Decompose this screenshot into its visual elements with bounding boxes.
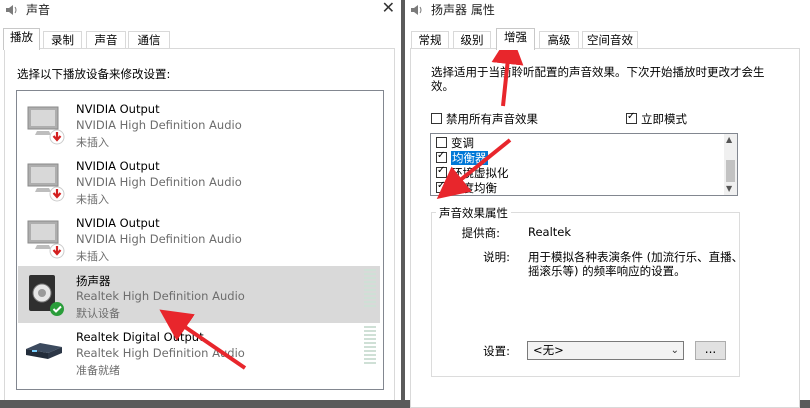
list-item[interactable]: NVIDIA Output NVIDIA High Definition Aud…	[18, 152, 380, 209]
effect-label: 变调	[451, 136, 474, 150]
more-settings-button[interactable]: ...	[695, 341, 726, 360]
speaker-icon	[29, 275, 64, 316]
list-item-speakers[interactable]: 扬声器 Realtek High Definition Audio 默认设备	[18, 266, 380, 323]
tab-recording[interactable]: 录制	[43, 31, 82, 49]
device-driver: NVIDIA High Definition Audio	[76, 175, 242, 189]
tab-bar: 常规 级别 增强 高级 空间音效	[405, 28, 810, 50]
checkbox-box	[626, 111, 637, 124]
checkbox-box	[436, 180, 447, 193]
enhancements-instruction-line2: 效。	[431, 79, 454, 93]
tab-playback[interactable]: 播放	[3, 28, 40, 50]
tab-bar: 播放 录制 声音 通信	[0, 28, 401, 50]
title-bar[interactable]: 扬声器 属性	[405, 0, 810, 22]
tab-enhancements[interactable]: 增强	[496, 28, 535, 50]
effects-scrollbar[interactable]: ▲ ▼	[724, 134, 737, 195]
tab-levels[interactable]: 级别	[453, 31, 491, 49]
scroll-thumb[interactable]	[726, 160, 735, 182]
sound-dialog: 声音 ✕ 播放 录制 声音 通信 选择以下播放设备来修改设置: NVIDIA O…	[0, 0, 401, 400]
checkbox-label: 立即模式	[641, 112, 687, 126]
chevron-down-icon: ⌄	[670, 345, 679, 356]
checkbox-label: 禁用所有声音效果	[446, 112, 538, 126]
effect-item-pitch[interactable]: 变调	[436, 136, 474, 151]
settings-selected-value: <无>	[533, 343, 564, 357]
device-name: NVIDIA Output	[76, 159, 160, 173]
effect-item-loudness-eq[interactable]: 响度均衡	[436, 180, 497, 195]
description-label: 说明:	[483, 250, 510, 264]
device-list[interactable]: NVIDIA Output NVIDIA High Definition Aud…	[16, 90, 384, 390]
list-item[interactable]: NVIDIA Output NVIDIA High Definition Aud…	[18, 209, 380, 266]
volume-meter	[364, 269, 376, 309]
settings-dropdown[interactable]: <无> ⌄	[527, 341, 684, 360]
effect-properties-title: 声音效果属性	[436, 205, 511, 221]
device-name: 扬声器	[76, 274, 111, 288]
scroll-up-icon[interactable]: ▲	[726, 135, 732, 144]
device-driver: Realtek High Definition Audio	[76, 346, 245, 360]
list-item[interactable]: NVIDIA Output NVIDIA High Definition Aud…	[18, 95, 380, 152]
playback-instruction: 选择以下播放设备来修改设置:	[17, 67, 171, 81]
enhancements-instruction-line1: 选择适用于当前聆听配置的声音效果。下次开始播放时更改才会生	[431, 65, 765, 79]
tab-spatial-sound[interactable]: 空间音效	[582, 31, 638, 49]
scroll-down-icon[interactable]: ▼	[726, 184, 732, 193]
device-driver: Realtek High Definition Audio	[76, 289, 245, 303]
checkbox-box	[436, 165, 447, 178]
device-driver: NVIDIA High Definition Audio	[76, 118, 242, 132]
effect-item-virtual-surround[interactable]: 环境虚拟化	[436, 165, 509, 181]
monitor-icon	[27, 220, 65, 259]
disable-all-effects-checkbox[interactable]: 禁用所有声音效果	[431, 111, 538, 127]
speaker-app-icon	[411, 5, 422, 15]
checkbox-box	[436, 137, 447, 148]
close-icon[interactable]: ✕	[382, 0, 395, 17]
device-status: 未插入	[76, 250, 109, 263]
monitor-icon	[27, 163, 65, 202]
monitor-icon	[27, 106, 65, 145]
default-check-icon	[50, 302, 64, 316]
device-driver: NVIDIA High Definition Audio	[76, 232, 242, 246]
effect-label: 环境虚拟化	[451, 166, 509, 180]
effects-list[interactable]: 变调 均衡器 环境虚拟化 响度均衡 ▲ ▼	[430, 133, 738, 196]
checkbox-box	[431, 113, 442, 124]
device-name: NVIDIA Output	[76, 216, 160, 230]
list-item[interactable]: Realtek Digital Output Realtek High Defi…	[18, 323, 380, 380]
volume-meter	[364, 326, 376, 366]
tab-sounds[interactable]: 声音	[86, 31, 126, 49]
settings-label: 设置:	[483, 344, 510, 358]
device-name: NVIDIA Output	[76, 102, 160, 116]
device-name: Realtek Digital Output	[76, 330, 204, 344]
device-status: 准备就绪	[76, 364, 120, 377]
provider-label: 提供商:	[461, 226, 500, 240]
device-status: 未插入	[76, 193, 109, 206]
device-status: 默认设备	[76, 307, 120, 320]
checkbox-box	[436, 150, 447, 163]
window-title: 扬声器 属性	[431, 3, 495, 17]
tab-general[interactable]: 常规	[411, 31, 449, 49]
tab-advanced[interactable]: 高级	[539, 31, 579, 49]
speaker-app-icon	[6, 5, 17, 15]
provider-value: Realtek	[528, 225, 572, 239]
device-status: 未插入	[76, 136, 109, 149]
tab-communications[interactable]: 通信	[128, 31, 170, 49]
description-line2: 摇滚乐等) 的频率响应的设置。	[528, 264, 686, 278]
immediate-mode-checkbox[interactable]: 立即模式	[626, 111, 687, 127]
effect-item-equalizer[interactable]: 均衡器	[436, 150, 488, 166]
effect-label: 均衡器	[451, 151, 488, 165]
effect-label: 响度均衡	[451, 181, 497, 195]
window-title: 声音	[26, 3, 51, 17]
digital-output-icon	[26, 343, 62, 359]
title-bar[interactable]: 声音 ✕	[0, 0, 401, 22]
